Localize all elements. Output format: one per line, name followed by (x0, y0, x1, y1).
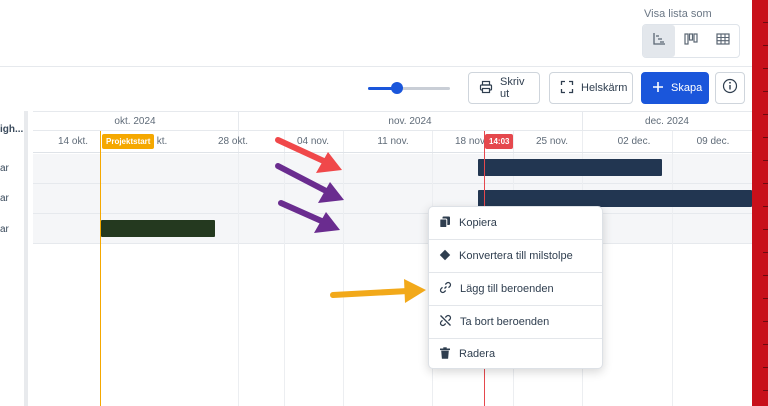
week-label: 02 dec. (617, 136, 651, 147)
grid-line (343, 131, 344, 406)
fullscreen-button[interactable]: Helskärm (549, 72, 633, 104)
task-name[interactable]: ar (0, 163, 9, 174)
menu-item-remove-dependency[interactable]: Ta bort beroenden (429, 306, 602, 338)
info-button[interactable] (715, 72, 745, 104)
week-label: kt. (156, 136, 168, 147)
task-name[interactable]: ar (0, 193, 9, 204)
menu-item-label: Ta bort beroenden (460, 316, 550, 328)
gantt-view-icon (652, 32, 666, 51)
task-bar[interactable] (101, 220, 215, 237)
task-name-column (0, 111, 28, 406)
print-button-label: Skriv ut (500, 76, 525, 100)
create-button[interactable]: Skapa (641, 72, 709, 104)
board-view-button[interactable] (675, 25, 707, 57)
week-label: 11 nov. (377, 136, 409, 147)
menu-item-copy[interactable]: Kopiera (429, 207, 602, 239)
board-view-icon (684, 32, 698, 51)
trash-icon (439, 346, 451, 362)
window-edge-ticks (763, 0, 768, 406)
menu-item-convert-milestone[interactable]: Konvertera till milstolpe (429, 240, 602, 272)
copy-icon (439, 216, 451, 231)
menu-item-add-dependency[interactable]: Lägg till beroenden (429, 273, 602, 305)
grid-line (238, 131, 239, 406)
table-view-button[interactable] (707, 25, 739, 57)
month-label: dec. 2024 (645, 116, 689, 127)
context-menu: Kopiera Konvertera till milstolpe Lägg t… (428, 206, 603, 369)
menu-item-label: Radera (459, 348, 496, 360)
menu-item-label: Konvertera till milstolpe (459, 250, 573, 262)
toolbar-divider (0, 66, 752, 67)
orange-arrow-icon (330, 279, 426, 303)
menu-item-label: Lägg till beroenden (460, 283, 554, 295)
plus-icon (652, 81, 664, 96)
create-button-label: Skapa (671, 82, 703, 94)
view-switcher (642, 24, 740, 58)
grid-line (284, 131, 285, 406)
week-label: 14 okt. (57, 136, 89, 147)
info-icon (722, 78, 738, 99)
project-start-line (100, 131, 101, 406)
menu-item-label: Kopiera (459, 217, 497, 229)
link-icon (439, 281, 452, 297)
zoom-slider-handle[interactable] (390, 82, 403, 94)
diamond-icon (439, 249, 451, 264)
column-header: igh... (0, 124, 24, 135)
week-label: 25 nov. (535, 136, 569, 147)
view-switcher-label: Visa lista som (644, 8, 712, 20)
menu-item-delete[interactable]: Radera (429, 338, 602, 370)
project-start-flag: Projektstart (102, 134, 155, 149)
printer-icon (479, 80, 493, 97)
fullscreen-icon (560, 80, 574, 97)
task-bar[interactable] (478, 190, 752, 207)
month-header: okt. 2024 nov. 2024 dec. 2024 (33, 111, 752, 131)
month-label: nov. 2024 (388, 116, 432, 127)
week-label: 09 dec. (696, 136, 730, 147)
task-name[interactable]: ar (0, 224, 9, 235)
task-bar[interactable] (478, 159, 662, 176)
fullscreen-button-label: Helskärm (581, 82, 628, 94)
print-button[interactable]: Skriv ut (468, 72, 540, 104)
week-label: 18 nov. (454, 136, 488, 147)
week-label: 28 okt. (217, 136, 249, 147)
unlink-icon (439, 314, 452, 330)
grid-line (672, 131, 673, 406)
week-label: 04 nov. (296, 136, 330, 147)
gantt-view-button[interactable] (643, 25, 675, 57)
month-label: okt. 2024 (114, 116, 156, 127)
today-flag: 14:03 (485, 134, 514, 149)
table-view-icon (716, 32, 730, 51)
